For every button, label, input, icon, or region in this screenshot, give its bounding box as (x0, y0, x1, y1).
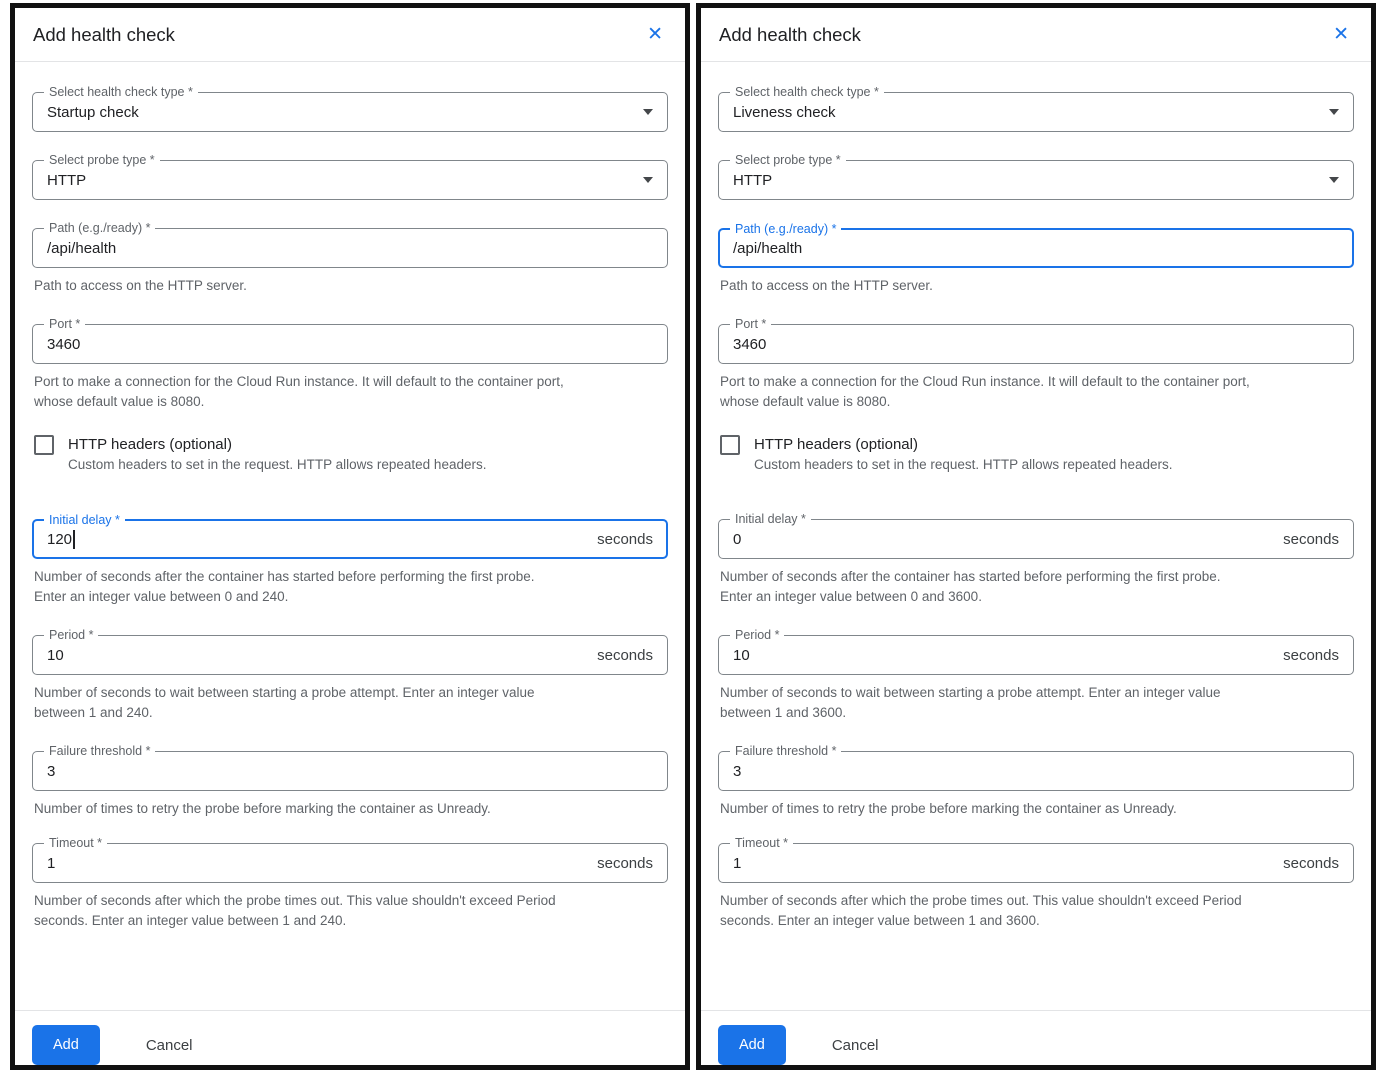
failure-threshold-value: 3 (47, 763, 55, 780)
period-label: Period * (730, 628, 784, 643)
period-label: Period * (44, 628, 98, 643)
close-icon[interactable]: ✕ (643, 23, 667, 47)
initial-delay-value: 0 (733, 531, 741, 548)
dropdown-arrow-icon (1329, 177, 1339, 183)
initial-delay-label: Initial delay * (44, 513, 125, 528)
initial-delay-field[interactable]: Initial delay * 120 seconds (32, 519, 668, 559)
period-value: 10 (47, 647, 64, 664)
dialog-body: Select health check type * Startup check… (15, 62, 685, 1010)
probe-type-value: HTTP (733, 172, 772, 189)
dialog-footer: Add Cancel (701, 1010, 1371, 1065)
port-field[interactable]: Port * 3460 (32, 324, 668, 364)
timeout-field[interactable]: Timeout * 1 seconds (32, 843, 668, 883)
path-helper-text: Path to access on the HTTP server. (718, 276, 1354, 296)
http-headers-checkbox[interactable] (34, 435, 54, 455)
period-unit: seconds (597, 647, 653, 664)
port-label: Port * (44, 317, 85, 332)
dropdown-arrow-icon (1329, 109, 1339, 115)
dialog-title: Add health check (719, 23, 861, 47)
timeout-helper-text: Number of seconds after which the probe … (718, 891, 1354, 931)
health-check-type-select[interactable]: Select health check type * Liveness chec… (718, 92, 1354, 132)
port-value: 3460 (47, 336, 80, 353)
probe-type-value: HTTP (47, 172, 86, 189)
health-check-type-label: Select health check type * (44, 85, 198, 100)
probe-type-select[interactable]: Select probe type * HTTP (718, 160, 1354, 200)
initial-delay-value: 120 (47, 531, 72, 548)
add-button[interactable]: Add (32, 1025, 100, 1065)
http-headers-row: HTTP headers (optional) Custom headers t… (718, 434, 1354, 475)
failure-threshold-field[interactable]: Failure threshold * 3 (32, 751, 668, 791)
period-unit: seconds (1283, 647, 1339, 664)
timeout-value: 1 (47, 855, 55, 872)
path-label: Path (e.g./ready) * (730, 222, 841, 237)
probe-type-select[interactable]: Select probe type * HTTP (32, 160, 668, 200)
initial-delay-field[interactable]: Initial delay * 0 seconds (718, 519, 1354, 559)
http-headers-label: HTTP headers (optional) (68, 434, 486, 455)
period-helper-text: Number of seconds to wait between starti… (32, 683, 668, 723)
period-value: 10 (733, 647, 750, 664)
port-helper-text: Port to make a connection for the Cloud … (32, 372, 668, 412)
initial-delay-helper-text: Number of seconds after the container ha… (32, 567, 668, 607)
add-health-check-dialog-liveness: Add health check ✕ Select health check t… (696, 3, 1376, 1070)
close-icon[interactable]: ✕ (1329, 23, 1353, 47)
period-field[interactable]: Period * 10 seconds (718, 635, 1354, 675)
text-cursor (73, 530, 75, 549)
port-label: Port * (730, 317, 771, 332)
period-helper-text: Number of seconds to wait between starti… (718, 683, 1354, 723)
path-helper-text: Path to access on the HTTP server. (32, 276, 668, 296)
cancel-button[interactable]: Cancel (138, 1037, 201, 1054)
timeout-label: Timeout * (730, 836, 793, 851)
timeout-unit: seconds (1283, 855, 1339, 872)
initial-delay-unit: seconds (597, 531, 653, 548)
initial-delay-unit: seconds (1283, 531, 1339, 548)
failure-threshold-helper-text: Number of times to retry the probe befor… (718, 799, 1354, 819)
spacer (718, 959, 1354, 998)
add-health-check-dialog-startup: Add health check ✕ Select health check t… (10, 3, 690, 1070)
dialog-body: Select health check type * Liveness chec… (701, 62, 1371, 1010)
http-headers-description: Custom headers to set in the request. HT… (754, 455, 1172, 475)
dialog-footer: Add Cancel (15, 1010, 685, 1065)
dropdown-arrow-icon (643, 109, 653, 115)
add-button[interactable]: Add (718, 1025, 786, 1065)
initial-delay-helper-text: Number of seconds after the container ha… (718, 567, 1354, 607)
path-value: /api/health (47, 240, 116, 257)
timeout-unit: seconds (597, 855, 653, 872)
port-field[interactable]: Port * 3460 (718, 324, 1354, 364)
period-field[interactable]: Period * 10 seconds (32, 635, 668, 675)
health-check-type-value: Liveness check (733, 104, 836, 121)
port-value: 3460 (733, 336, 766, 353)
path-value: /api/health (733, 240, 802, 257)
cancel-button[interactable]: Cancel (824, 1037, 887, 1054)
probe-type-label: Select probe type * (730, 153, 846, 168)
timeout-value: 1 (733, 855, 741, 872)
probe-type-label: Select probe type * (44, 153, 160, 168)
failure-threshold-label: Failure threshold * (730, 744, 841, 759)
health-check-type-select[interactable]: Select health check type * Startup check (32, 92, 668, 132)
dialog-header: Add health check ✕ (15, 8, 685, 62)
timeout-helper-text: Number of seconds after which the probe … (32, 891, 668, 931)
http-headers-checkbox[interactable] (720, 435, 740, 455)
initial-delay-label: Initial delay * (730, 512, 811, 527)
health-check-type-value: Startup check (47, 104, 139, 121)
timeout-field[interactable]: Timeout * 1 seconds (718, 843, 1354, 883)
http-headers-label: HTTP headers (optional) (754, 434, 1172, 455)
timeout-label: Timeout * (44, 836, 107, 851)
dropdown-arrow-icon (643, 177, 653, 183)
path-field[interactable]: Path (e.g./ready) * /api/health (32, 228, 668, 268)
http-headers-description: Custom headers to set in the request. HT… (68, 455, 486, 475)
failure-threshold-helper-text: Number of times to retry the probe befor… (32, 799, 668, 819)
failure-threshold-label: Failure threshold * (44, 744, 155, 759)
port-helper-text: Port to make a connection for the Cloud … (718, 372, 1354, 412)
http-headers-row: HTTP headers (optional) Custom headers t… (32, 434, 668, 475)
health-check-type-label: Select health check type * (730, 85, 884, 100)
spacer (32, 959, 668, 998)
dialog-title: Add health check (33, 23, 175, 47)
failure-threshold-value: 3 (733, 763, 741, 780)
dialog-header: Add health check ✕ (701, 8, 1371, 62)
path-label: Path (e.g./ready) * (44, 221, 155, 236)
failure-threshold-field[interactable]: Failure threshold * 3 (718, 751, 1354, 791)
path-field[interactable]: Path (e.g./ready) * /api/health (718, 228, 1354, 268)
